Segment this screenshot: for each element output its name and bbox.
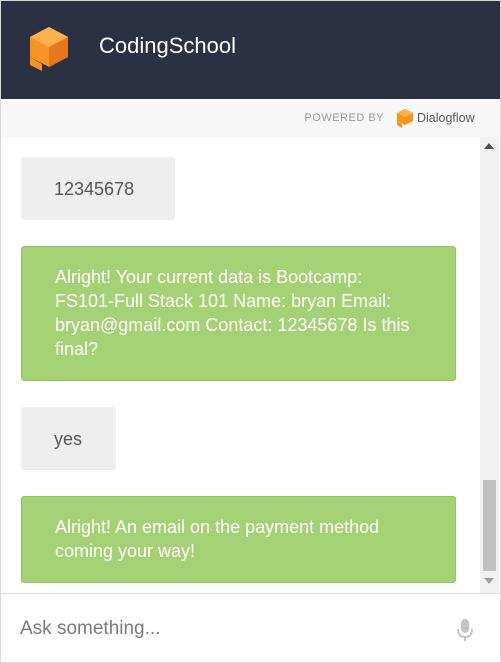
message-text: yes xyxy=(54,428,83,449)
message-list: 12345678 Alright! Your current data is B… xyxy=(1,137,480,593)
app-title: CodingSchool xyxy=(99,33,236,58)
bot-message: Alright! An email on the payment method … xyxy=(21,496,456,583)
message-scrollbar[interactable] xyxy=(480,137,499,593)
dialogflow-brand-label: Dialogflow xyxy=(417,111,475,125)
powered-by-label: POWERED BY xyxy=(304,112,384,124)
chat-header: CodingSchool xyxy=(1,1,500,99)
user-message: 12345678 xyxy=(21,157,175,220)
scroll-thumb[interactable] xyxy=(483,480,496,571)
microphone-icon[interactable] xyxy=(456,618,474,642)
chat-widget: CodingSchool POWERED BY Dialogflow 12345… xyxy=(0,0,501,663)
input-bar xyxy=(1,593,500,662)
bot-message: Alright! Your current data is Bootcamp: … xyxy=(21,246,456,381)
scroll-down-arrow-icon[interactable] xyxy=(484,578,494,584)
message-text: Alright! An email on the payment method … xyxy=(55,517,380,561)
message-text: 12345678 xyxy=(54,178,135,199)
user-message: yes xyxy=(21,407,116,470)
message-text: Alright! Your current data is Bootcamp: … xyxy=(55,267,410,359)
dialogflow-icon xyxy=(397,109,413,128)
scroll-up-arrow-icon[interactable] xyxy=(484,143,494,149)
message-input[interactable] xyxy=(20,614,420,644)
dialogflow-cube-logo-icon xyxy=(30,27,68,71)
